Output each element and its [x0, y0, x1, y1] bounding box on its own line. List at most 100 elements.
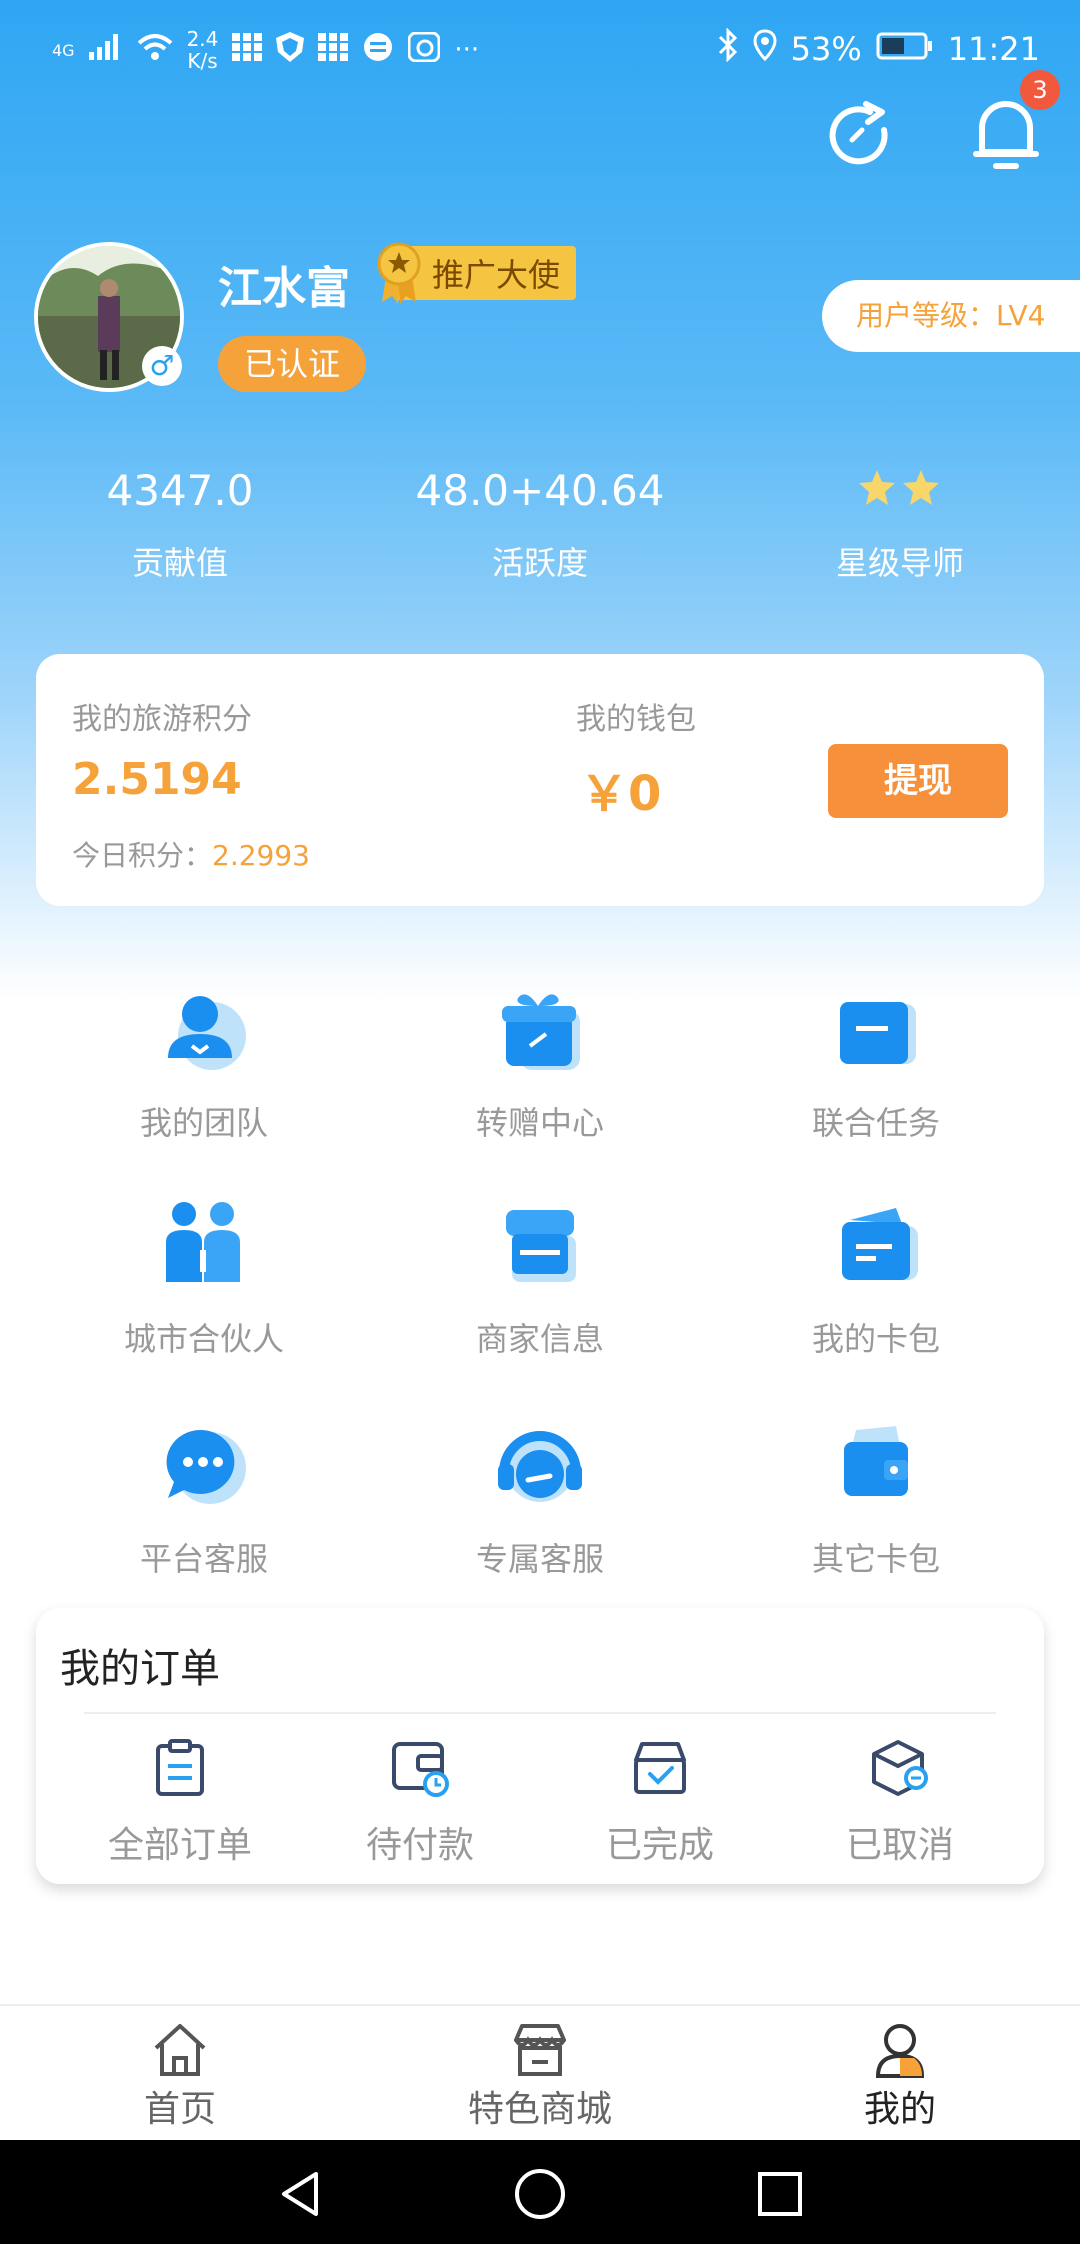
back-icon[interactable]	[276, 2170, 324, 2218]
order-label: 已取消	[845, 1825, 954, 1866]
system-nav-bar	[0, 2140, 1080, 2244]
app-grid-icon-2	[318, 32, 349, 68]
refresh-button[interactable]	[826, 100, 898, 172]
wallet-value: ￥0	[580, 766, 662, 822]
refresh-icon	[829, 101, 888, 165]
feature-label: 平台客服	[139, 1540, 268, 1578]
chat-icon	[154, 1416, 254, 1516]
travel-points-value: 2.5194	[72, 754, 242, 805]
card-wallet-icon	[826, 1196, 926, 1296]
location-icon	[753, 29, 777, 69]
feature-label: 我的卡包	[811, 1320, 940, 1358]
orders-divider	[84, 1712, 996, 1714]
today-points: 今日积分：2.2993	[72, 834, 310, 874]
app-icon	[407, 31, 441, 69]
network-speed: 2.4 K/s	[187, 28, 219, 72]
feature-label: 转赠中心	[475, 1104, 604, 1142]
order-all[interactable]: 全部订单	[60, 1738, 300, 1868]
stat-value: 4347.0	[106, 466, 254, 515]
clock: 11:21	[947, 30, 1040, 68]
feature-joint-tasks[interactable]: 联合任务	[708, 980, 1044, 1144]
wallet-icon	[826, 1416, 926, 1516]
stat-mentor[interactable]: 星级导师	[720, 466, 1080, 584]
star-icon	[859, 470, 895, 505]
feature-exclusive-service[interactable]: 专属客服	[372, 1416, 708, 1580]
ambassador-badge: 推广大使	[376, 242, 577, 304]
user-name: 江水富	[218, 263, 350, 314]
stat-value: 48.0+40.64	[415, 466, 665, 515]
withdraw-button[interactable]: 提现	[828, 744, 1008, 818]
status-left: 4G 2.4 K/s ···	[52, 28, 479, 72]
feature-platform-service[interactable]: 平台客服	[36, 1416, 372, 1580]
orders-title: 我的订单	[60, 1646, 220, 1692]
today-points-value: 2.2993	[212, 839, 310, 872]
folder-icon	[826, 980, 926, 1080]
tab-shop[interactable]: 特色商城	[440, 2020, 640, 2132]
user-level[interactable]: 用户等级：LV4	[822, 280, 1080, 352]
feature-gift-center[interactable]: 转赠中心	[372, 980, 708, 1144]
gift-icon	[490, 980, 590, 1080]
shield-icon	[276, 31, 305, 69]
wallet-title: 我的钱包	[576, 702, 696, 737]
speed-value: 2.4	[186, 27, 219, 51]
feature-label: 商家信息	[475, 1320, 604, 1358]
tab-label: 首页	[143, 2089, 216, 2130]
travel-points-title: 我的旅游积分	[72, 702, 252, 737]
stat-label: 活跃度	[491, 544, 588, 582]
headset-icon	[490, 1416, 590, 1516]
status-bar: 4G 2.4 K/s ··· 53% 11:21	[0, 0, 1080, 95]
tab-home[interactable]: 首页	[80, 2020, 280, 2132]
today-points-label: 今日积分：	[72, 839, 213, 872]
team-icon	[154, 980, 254, 1080]
partners-icon	[154, 1196, 254, 1296]
star-icon	[903, 470, 939, 505]
feature-label: 联合任务	[811, 1104, 940, 1142]
box-check-icon	[630, 1738, 690, 1798]
stars	[720, 466, 1080, 516]
order-label: 全部订单	[107, 1825, 252, 1866]
order-cancelled[interactable]: 已取消	[780, 1738, 1020, 1868]
feature-my-team[interactable]: 我的团队	[36, 980, 372, 1144]
signal-icon	[88, 33, 123, 67]
order-pending-payment[interactable]: 待付款	[300, 1738, 540, 1868]
feature-other-cards[interactable]: 其它卡包	[708, 1416, 1044, 1580]
clipboard-icon	[150, 1738, 210, 1798]
order-label: 待付款	[365, 1825, 474, 1866]
status-right: 53% 11:21	[717, 27, 1040, 70]
feature-my-cards[interactable]: 我的卡包	[708, 1196, 1044, 1360]
tab-mine[interactable]: 我的	[800, 2020, 1000, 2132]
order-label: 已完成	[605, 1825, 714, 1866]
speed-unit: K/s	[187, 49, 218, 73]
app-grid-icon	[232, 32, 263, 68]
store-icon	[490, 1196, 590, 1296]
stat-activity[interactable]: 48.0+40.64 活跃度	[360, 466, 720, 584]
tab-label: 我的	[863, 2089, 936, 2130]
network-label: 4G	[52, 40, 75, 60]
stat-contribution[interactable]: 4347.0 贡献值	[0, 466, 360, 584]
message-icon	[362, 32, 394, 69]
verified-badge: 已认证	[218, 336, 367, 392]
notification-badge: 3	[1020, 70, 1060, 110]
feature-merchant-info[interactable]: 商家信息	[372, 1196, 708, 1360]
feature-label: 其它卡包	[811, 1540, 940, 1578]
battery-percent: 53%	[790, 30, 862, 68]
stat-label: 贡献值	[131, 544, 228, 582]
gender-icon: ♂	[142, 346, 182, 386]
stat-label: 星级导师	[835, 544, 964, 582]
wallet-clock-icon	[390, 1738, 450, 1798]
user-icon	[870, 2020, 930, 2080]
medal-icon	[377, 242, 421, 304]
bluetooth-icon	[717, 27, 739, 70]
feature-label: 专属客服	[475, 1540, 604, 1578]
order-completed[interactable]: 已完成	[540, 1738, 780, 1868]
home-nav-icon[interactable]	[514, 2168, 566, 2220]
feature-label: 我的团队	[139, 1104, 268, 1142]
feature-city-partner[interactable]: 城市合伙人	[36, 1196, 372, 1360]
orders-card: 我的订单 全部订单 待付款 已完成 已取消	[36, 1608, 1044, 1884]
home-icon	[150, 2020, 210, 2080]
box-cancel-icon	[870, 1738, 930, 1798]
tab-label: 特色商城	[467, 2089, 612, 2130]
wifi-icon	[137, 33, 173, 68]
feature-label: 城市合伙人	[123, 1320, 284, 1358]
recents-icon[interactable]	[756, 2170, 804, 2218]
